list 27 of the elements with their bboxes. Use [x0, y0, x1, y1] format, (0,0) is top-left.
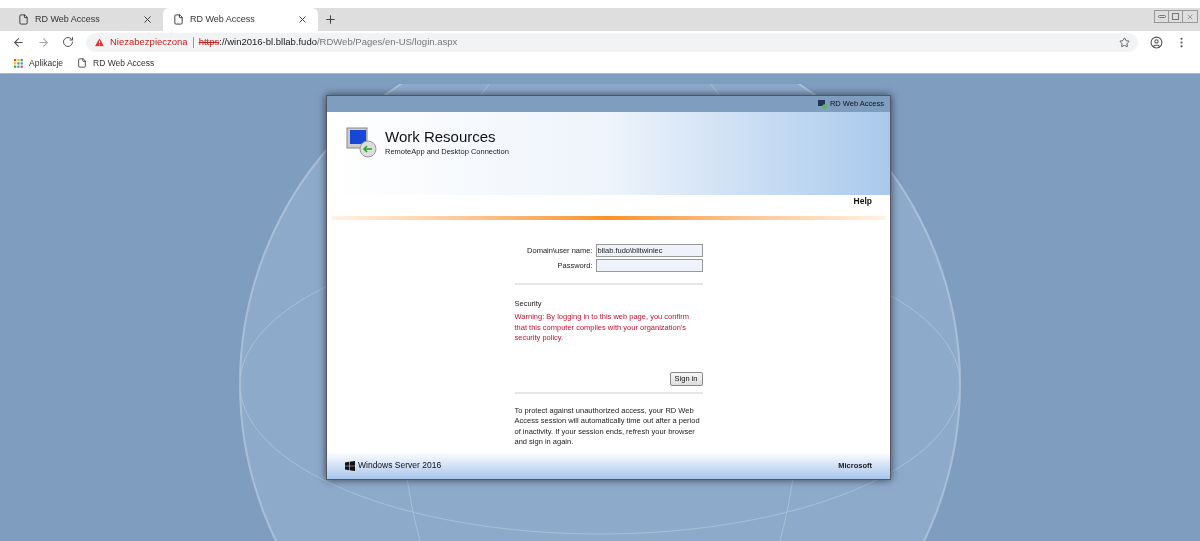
windows-logo-icon: [345, 460, 355, 471]
profile-icon[interactable]: [1150, 35, 1163, 49]
close-icon[interactable]: [297, 14, 308, 25]
page-icon: [18, 14, 29, 25]
reload-icon[interactable]: [62, 36, 74, 48]
input-field[interactable]: [595, 259, 703, 272]
page-icon: [77, 58, 88, 68]
page-icon: [173, 14, 184, 25]
restore-button[interactable]: [1169, 11, 1183, 22]
warning-icon: [94, 36, 105, 48]
new-tab-icon[interactable]: [324, 13, 337, 26]
bookmark-item[interactable]: Aplikacje: [14, 56, 64, 70]
help-link[interactable]: Help: [853, 195, 872, 208]
bookmark-item[interactable]: RD Web Access: [77, 56, 155, 70]
remote-desktop-icon: [345, 126, 377, 158]
close-icon[interactable]: [142, 14, 153, 25]
bookmark-star-icon[interactable]: [1119, 36, 1130, 48]
address-field[interactable]: Niezabezpieczona https://win2016-bl.bllab.fudo/RDWeb/Pages/en-US/login.aspx: [86, 32, 1138, 52]
browser-tab[interactable]: RD Web Access: [163, 8, 318, 31]
apps-grid-icon: [14, 58, 23, 68]
forward-icon[interactable]: [37, 35, 50, 49]
back-icon[interactable]: [12, 35, 25, 49]
security-label: Niezabezpieczona: [110, 34, 188, 49]
monitor-icon: [817, 99, 827, 109]
portal-title: Work Resources: [385, 128, 497, 146]
url-text: https://win2016-bl.bllab.fudo/RDWeb/Pages/en-US/login.aspx: [198, 34, 458, 49]
footer-product: Windows Server 2016: [358, 459, 442, 472]
